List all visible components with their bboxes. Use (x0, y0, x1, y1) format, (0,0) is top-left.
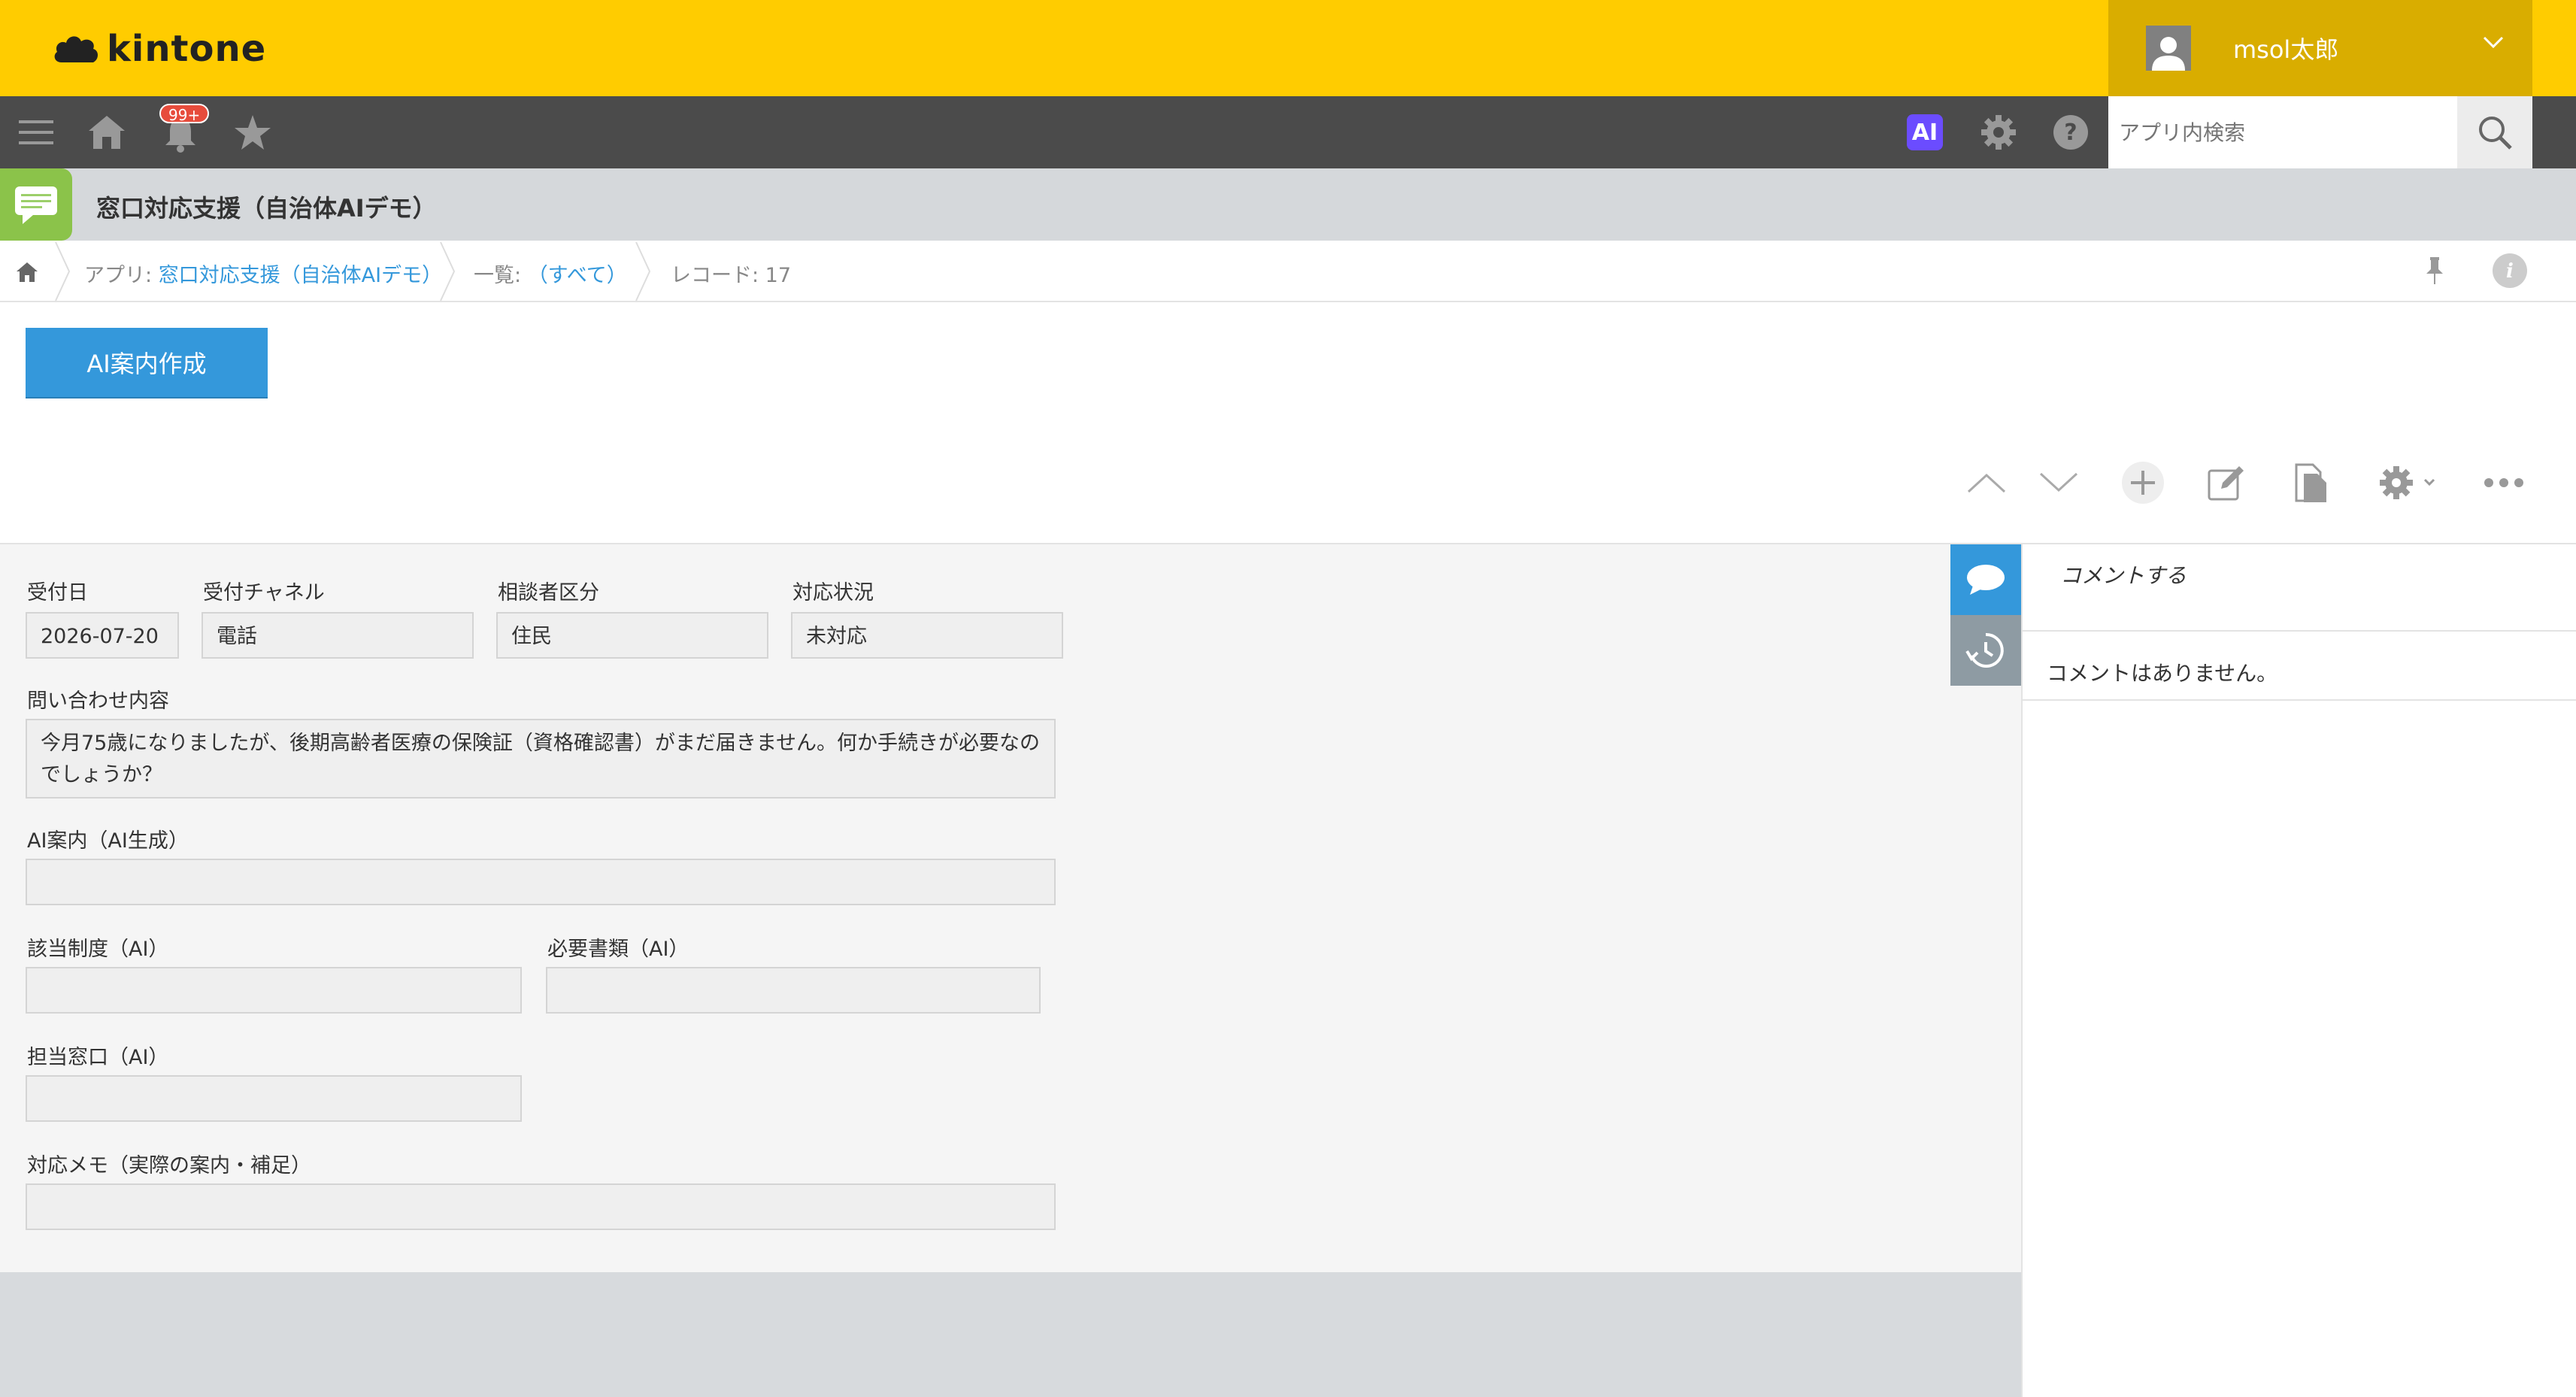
svg-text:?: ? (2064, 120, 2077, 146)
sidepanel-tabs (1950, 544, 2021, 686)
search-icon (2479, 117, 2512, 150)
favorites-star-icon[interactable] (232, 111, 274, 153)
hamburger-menu-icon[interactable] (15, 111, 57, 153)
memo-field (26, 1183, 1056, 1230)
history-icon (1965, 632, 2004, 668)
breadcrumb-home-icon[interactable] (6, 251, 48, 293)
kintone-logo[interactable]: kintone (51, 23, 266, 75)
duplicate-icon[interactable] (2289, 460, 2334, 505)
field-label-system: 該当制度（AI） (27, 938, 169, 961)
home-icon[interactable] (86, 111, 128, 153)
notification-badge: 99+ (159, 104, 210, 124)
field-label-channel: 受付チャネル (203, 581, 325, 605)
user-menu[interactable]: msol太郎 (2108, 0, 2532, 96)
app-icon (0, 168, 72, 241)
breadcrumb-list-link[interactable]: （すべて） (528, 264, 627, 287)
previous-record-icon[interactable] (1964, 460, 2009, 505)
ai-button[interactable]: AI (1907, 114, 1943, 150)
record-settings-gear-icon[interactable] (2373, 460, 2445, 505)
breadcrumb-app[interactable]: アプリ: 窓口対応支援（自治体AIデモ） (84, 259, 442, 288)
breadcrumb-separator-icon (635, 241, 651, 302)
field-label-status: 対応状況 (792, 581, 874, 605)
system-field (26, 967, 522, 1014)
breadcrumb-record: レコード: 17 (671, 264, 792, 287)
breadcrumb-app-prefix: アプリ: (84, 264, 159, 287)
comment-icon (1967, 565, 2005, 595)
channel-field: 電話 (202, 612, 474, 659)
cloud-icon (54, 36, 98, 62)
field-label-received-date: 受付日 (27, 581, 88, 605)
ai-guidance-field (26, 859, 1056, 905)
pin-icon[interactable] (2414, 250, 2456, 292)
field-label-ai-guidance: AI案内（AI生成） (27, 829, 189, 853)
breadcrumb-app-link[interactable]: 窓口対応支援（自治体AIデモ） (159, 264, 442, 287)
add-record-icon[interactable] (2120, 460, 2165, 505)
edit-icon[interactable] (2203, 460, 2248, 505)
help-icon[interactable]: ? (2050, 111, 2092, 153)
search-input[interactable] (2108, 96, 2457, 168)
inquiry-field: 今月75歳になりましたが、後期高齢者医療の保険証（資格確認書）がまだ届きません。… (26, 719, 1056, 799)
comment-input[interactable]: コメントする (2023, 546, 2576, 632)
comments-tab[interactable] (1950, 544, 2021, 615)
field-label-desk: 担当窓口（AI） (27, 1046, 169, 1069)
record-toolbar (0, 302, 2576, 544)
no-comments-message: コメントはありません。 (2023, 633, 2576, 701)
gear-icon[interactable] (1977, 111, 2020, 153)
ai-create-button[interactable]: AI案内作成 (26, 328, 268, 397)
breadcrumb-list[interactable]: 一覧: （すべて） (474, 259, 627, 288)
documents-field (546, 967, 1041, 1014)
received-date-field: 2026-07-20 (26, 612, 179, 659)
breadcrumb-separator-icon (440, 241, 456, 302)
breadcrumb-list-prefix: 一覧: (474, 264, 528, 287)
history-tab[interactable] (1950, 615, 2021, 686)
status-field: 未対応 (791, 612, 1063, 659)
info-icon[interactable]: i (2489, 250, 2531, 292)
svg-text:i: i (2506, 260, 2514, 283)
desk-field (26, 1075, 522, 1122)
search-button[interactable] (2457, 96, 2532, 168)
user-name: msol太郎 (2233, 35, 2339, 64)
next-record-icon[interactable] (2036, 460, 2081, 505)
more-options-icon[interactable] (2481, 460, 2526, 505)
field-label-inquiry: 問い合わせ内容 (27, 689, 169, 713)
chat-bubble-icon (15, 186, 57, 224)
chevron-down-icon[interactable] (2481, 35, 2505, 50)
field-label-consultant-type: 相談者区分 (498, 581, 599, 605)
field-label-documents: 必要書類（AI） (547, 938, 689, 961)
app-title: 窓口対応支援（自治体AIデモ） (96, 194, 437, 223)
breadcrumb-separator-icon (55, 241, 71, 302)
logo-text: kintone (107, 28, 267, 70)
avatar (2146, 26, 2191, 71)
field-label-memo: 対応メモ（実際の案内・補足） (27, 1154, 311, 1177)
user-icon (2152, 37, 2185, 71)
consultant-type-field: 住民 (496, 612, 768, 659)
